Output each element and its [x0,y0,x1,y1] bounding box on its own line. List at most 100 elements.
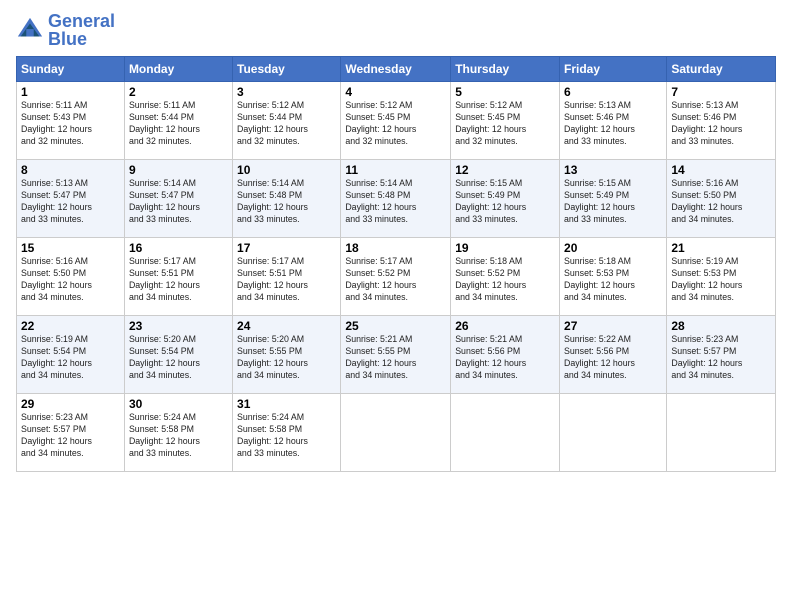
cell-info: Sunrise: 5:12 AMSunset: 5:45 PMDaylight:… [455,100,526,146]
day-number: 14 [671,163,771,177]
calendar-cell [341,394,451,472]
cell-info: Sunrise: 5:13 AMSunset: 5:47 PMDaylight:… [21,178,92,224]
calendar-cell: 4 Sunrise: 5:12 AMSunset: 5:45 PMDayligh… [341,82,451,160]
calendar-cell: 16 Sunrise: 5:17 AMSunset: 5:51 PMDaylig… [124,238,232,316]
cell-info: Sunrise: 5:16 AMSunset: 5:50 PMDaylight:… [21,256,92,302]
calendar-cell: 2 Sunrise: 5:11 AMSunset: 5:44 PMDayligh… [124,82,232,160]
day-header-tuesday: Tuesday [233,57,341,82]
cell-info: Sunrise: 5:11 AMSunset: 5:43 PMDaylight:… [21,100,92,146]
calendar-table: SundayMondayTuesdayWednesdayThursdayFrid… [16,56,776,472]
day-number: 8 [21,163,120,177]
day-number: 23 [129,319,228,333]
week-row-2: 8 Sunrise: 5:13 AMSunset: 5:47 PMDayligh… [17,160,776,238]
day-number: 12 [455,163,555,177]
calendar-cell: 30 Sunrise: 5:24 AMSunset: 5:58 PMDaylig… [124,394,232,472]
calendar-cell: 28 Sunrise: 5:23 AMSunset: 5:57 PMDaylig… [667,316,776,394]
calendar-cell: 18 Sunrise: 5:17 AMSunset: 5:52 PMDaylig… [341,238,451,316]
day-header-wednesday: Wednesday [341,57,451,82]
cell-info: Sunrise: 5:14 AMSunset: 5:48 PMDaylight:… [345,178,416,224]
cell-info: Sunrise: 5:15 AMSunset: 5:49 PMDaylight:… [564,178,635,224]
cell-info: Sunrise: 5:16 AMSunset: 5:50 PMDaylight:… [671,178,742,224]
logo-icon [16,16,44,44]
day-number: 19 [455,241,555,255]
day-number: 25 [345,319,446,333]
calendar-cell: 13 Sunrise: 5:15 AMSunset: 5:49 PMDaylig… [560,160,667,238]
week-row-4: 22 Sunrise: 5:19 AMSunset: 5:54 PMDaylig… [17,316,776,394]
calendar-cell: 17 Sunrise: 5:17 AMSunset: 5:51 PMDaylig… [233,238,341,316]
calendar-cell: 14 Sunrise: 5:16 AMSunset: 5:50 PMDaylig… [667,160,776,238]
day-number: 6 [564,85,662,99]
logo-text: General Blue [48,12,115,48]
calendar-cell: 25 Sunrise: 5:21 AMSunset: 5:55 PMDaylig… [341,316,451,394]
cell-info: Sunrise: 5:11 AMSunset: 5:44 PMDaylight:… [129,100,200,146]
day-header-monday: Monday [124,57,232,82]
day-number: 3 [237,85,336,99]
cell-info: Sunrise: 5:17 AMSunset: 5:51 PMDaylight:… [237,256,308,302]
week-row-3: 15 Sunrise: 5:16 AMSunset: 5:50 PMDaylig… [17,238,776,316]
calendar-cell: 3 Sunrise: 5:12 AMSunset: 5:44 PMDayligh… [233,82,341,160]
calendar-cell: 31 Sunrise: 5:24 AMSunset: 5:58 PMDaylig… [233,394,341,472]
calendar-cell: 19 Sunrise: 5:18 AMSunset: 5:52 PMDaylig… [451,238,560,316]
day-number: 27 [564,319,662,333]
cell-info: Sunrise: 5:19 AMSunset: 5:54 PMDaylight:… [21,334,92,380]
cell-info: Sunrise: 5:14 AMSunset: 5:48 PMDaylight:… [237,178,308,224]
calendar-cell: 27 Sunrise: 5:22 AMSunset: 5:56 PMDaylig… [560,316,667,394]
calendar-cell: 7 Sunrise: 5:13 AMSunset: 5:46 PMDayligh… [667,82,776,160]
calendar-cell: 1 Sunrise: 5:11 AMSunset: 5:43 PMDayligh… [17,82,125,160]
calendar-cell: 9 Sunrise: 5:14 AMSunset: 5:47 PMDayligh… [124,160,232,238]
day-number: 9 [129,163,228,177]
calendar-cell: 15 Sunrise: 5:16 AMSunset: 5:50 PMDaylig… [17,238,125,316]
day-number: 5 [455,85,555,99]
cell-info: Sunrise: 5:24 AMSunset: 5:58 PMDaylight:… [129,412,200,458]
calendar-cell [560,394,667,472]
day-number: 28 [671,319,771,333]
cell-info: Sunrise: 5:17 AMSunset: 5:52 PMDaylight:… [345,256,416,302]
day-header-friday: Friday [560,57,667,82]
cell-info: Sunrise: 5:12 AMSunset: 5:44 PMDaylight:… [237,100,308,146]
calendar-cell: 5 Sunrise: 5:12 AMSunset: 5:45 PMDayligh… [451,82,560,160]
day-number: 18 [345,241,446,255]
cell-info: Sunrise: 5:17 AMSunset: 5:51 PMDaylight:… [129,256,200,302]
cell-info: Sunrise: 5:20 AMSunset: 5:55 PMDaylight:… [237,334,308,380]
day-number: 22 [21,319,120,333]
header: General Blue [16,12,776,48]
calendar-cell: 12 Sunrise: 5:15 AMSunset: 5:49 PMDaylig… [451,160,560,238]
day-number: 24 [237,319,336,333]
cell-info: Sunrise: 5:20 AMSunset: 5:54 PMDaylight:… [129,334,200,380]
calendar-cell: 10 Sunrise: 5:14 AMSunset: 5:48 PMDaylig… [233,160,341,238]
cell-info: Sunrise: 5:12 AMSunset: 5:45 PMDaylight:… [345,100,416,146]
cell-info: Sunrise: 5:21 AMSunset: 5:55 PMDaylight:… [345,334,416,380]
day-number: 15 [21,241,120,255]
cell-info: Sunrise: 5:21 AMSunset: 5:56 PMDaylight:… [455,334,526,380]
page: General Blue SundayMondayTuesdayWednesda… [0,0,792,612]
day-number: 13 [564,163,662,177]
day-number: 17 [237,241,336,255]
calendar-cell: 24 Sunrise: 5:20 AMSunset: 5:55 PMDaylig… [233,316,341,394]
header-row: SundayMondayTuesdayWednesdayThursdayFrid… [17,57,776,82]
cell-info: Sunrise: 5:23 AMSunset: 5:57 PMDaylight:… [671,334,742,380]
calendar-cell: 11 Sunrise: 5:14 AMSunset: 5:48 PMDaylig… [341,160,451,238]
cell-info: Sunrise: 5:14 AMSunset: 5:47 PMDaylight:… [129,178,200,224]
calendar-cell: 20 Sunrise: 5:18 AMSunset: 5:53 PMDaylig… [560,238,667,316]
day-number: 11 [345,163,446,177]
cell-info: Sunrise: 5:13 AMSunset: 5:46 PMDaylight:… [564,100,635,146]
cell-info: Sunrise: 5:18 AMSunset: 5:52 PMDaylight:… [455,256,526,302]
cell-info: Sunrise: 5:13 AMSunset: 5:46 PMDaylight:… [671,100,742,146]
day-number: 31 [237,397,336,411]
day-number: 1 [21,85,120,99]
cell-info: Sunrise: 5:19 AMSunset: 5:53 PMDaylight:… [671,256,742,302]
day-number: 20 [564,241,662,255]
day-header-sunday: Sunday [17,57,125,82]
calendar-cell: 21 Sunrise: 5:19 AMSunset: 5:53 PMDaylig… [667,238,776,316]
cell-info: Sunrise: 5:24 AMSunset: 5:58 PMDaylight:… [237,412,308,458]
day-number: 7 [671,85,771,99]
week-row-1: 1 Sunrise: 5:11 AMSunset: 5:43 PMDayligh… [17,82,776,160]
logo: General Blue [16,12,115,48]
day-number: 2 [129,85,228,99]
day-header-thursday: Thursday [451,57,560,82]
week-row-5: 29 Sunrise: 5:23 AMSunset: 5:57 PMDaylig… [17,394,776,472]
day-header-saturday: Saturday [667,57,776,82]
day-number: 21 [671,241,771,255]
cell-info: Sunrise: 5:18 AMSunset: 5:53 PMDaylight:… [564,256,635,302]
cell-info: Sunrise: 5:15 AMSunset: 5:49 PMDaylight:… [455,178,526,224]
